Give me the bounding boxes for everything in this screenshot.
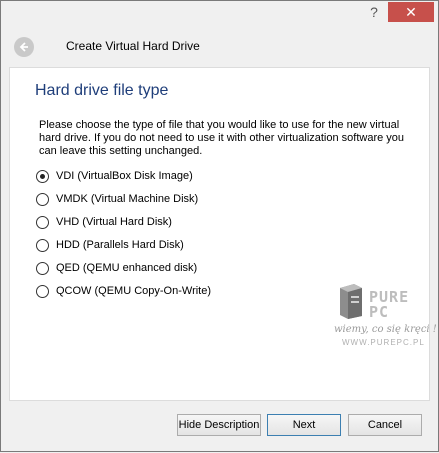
wizard-header: Create Virtual Hard Drive <box>1 27 438 67</box>
next-button[interactable]: Next <box>267 414 341 436</box>
purepc-watermark: PURE PC wiemy, co się kręci ! WWW.PUREPC… <box>334 280 437 350</box>
watermark-url: WWW.PUREPC.PL <box>342 338 425 347</box>
arrow-left-icon <box>19 42 28 52</box>
radio-button[interactable] <box>36 285 49 298</box>
page-description: Please choose the type of file that you … <box>39 119 405 157</box>
hide-description-button[interactable]: Hide Description <box>177 414 261 436</box>
wizard-page: Hard drive file type Please choose the t… <box>9 67 437 401</box>
option-label: HDD (Parallels Hard Disk) <box>56 239 184 251</box>
radio-button[interactable] <box>36 193 49 206</box>
radio-button[interactable] <box>36 170 49 183</box>
option-label: VHD (Virtual Hard Disk) <box>56 216 172 228</box>
title-bar: ? ✕ <box>1 1 438 27</box>
option-label: QED (QEMU enhanced disk) <box>56 262 198 274</box>
page-heading: Hard drive file type <box>35 82 169 99</box>
button-bar: Hide Description Next Cancel <box>1 401 438 453</box>
help-button[interactable]: ? <box>361 2 387 22</box>
radio-button[interactable] <box>36 216 49 229</box>
radio-button[interactable] <box>36 239 49 252</box>
watermark-logo-text: PURE PC <box>369 290 409 320</box>
option-label: VMDK (Virtual Machine Disk) <box>56 193 199 205</box>
radio-button[interactable] <box>36 262 49 275</box>
option-label: VDI (VirtualBox Disk Image) <box>56 170 193 182</box>
watermark-tagline: wiemy, co się kręci ! <box>334 324 437 335</box>
computer-case-icon <box>340 284 362 319</box>
cancel-button[interactable]: Cancel <box>348 414 422 436</box>
dialog-window: ? ✕ Create Virtual Hard Drive Hard drive… <box>0 0 439 452</box>
wizard-title: Create Virtual Hard Drive <box>66 39 200 53</box>
close-button[interactable]: ✕ <box>388 2 434 22</box>
option-label: QCOW (QEMU Copy-On-Write) <box>56 285 212 297</box>
watermark-logo-line2: PC <box>369 303 390 321</box>
back-button[interactable] <box>14 37 34 57</box>
